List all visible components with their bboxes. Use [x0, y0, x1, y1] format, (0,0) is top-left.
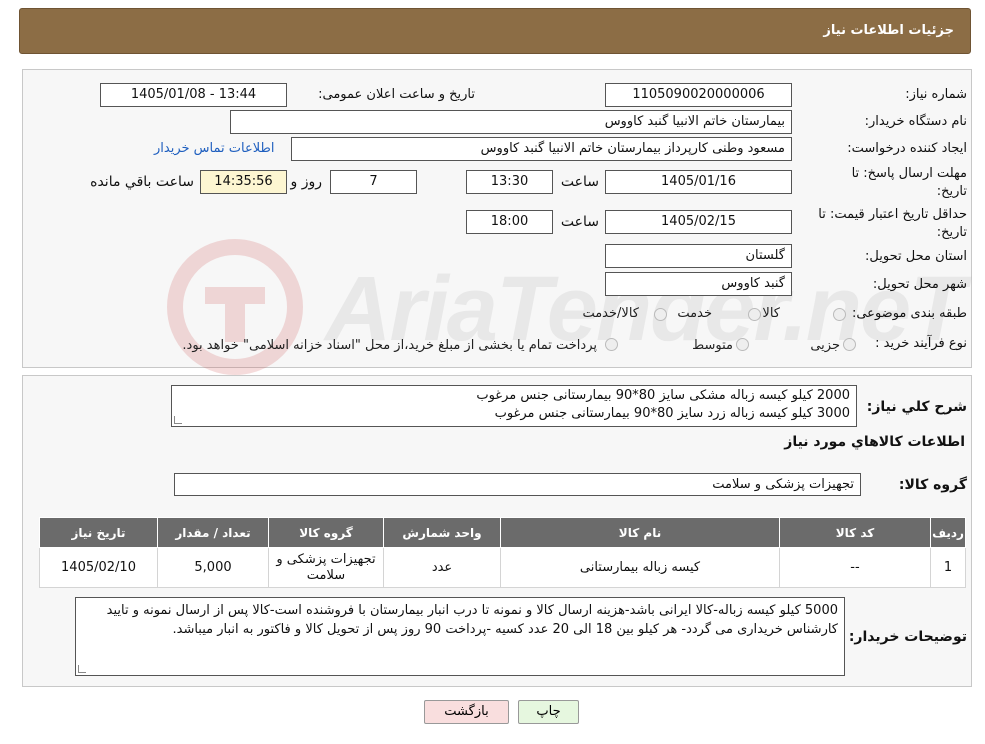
process-medium-radio[interactable]	[736, 338, 749, 351]
category-service-radio[interactable]	[748, 308, 761, 321]
validity-time-word: ساعت	[560, 214, 599, 230]
summary-line-1: 2000 کیلو کیسه زباله مشکی سایز 80*90 بیم…	[476, 388, 850, 403]
days-word: روز و	[290, 174, 323, 190]
city-label: شهر محل تحویل:	[872, 277, 967, 292]
cell-date: 1405/02/10	[39, 547, 158, 588]
page-header: جزئیات اطلاعات نیاز	[19, 8, 971, 54]
city-field: گنبد کاووس	[605, 272, 792, 296]
deadline-time-field: 13:30	[466, 170, 553, 194]
goods-table: ردیف کد کالا نام کالا واحد شمارش گروه کا…	[39, 517, 966, 588]
cell-code: --	[779, 547, 931, 588]
summary-textarea[interactable]: 2000 کیلو کیسه زباله مشکی سایز 80*90 بیم…	[171, 385, 857, 427]
days-remaining-field: 7	[330, 170, 417, 194]
col-header-unit: واحد شمارش	[383, 517, 501, 548]
buyer-contact-link[interactable]: اطلاعات تماس خریدار	[154, 141, 274, 156]
creator-field: مسعود وطنی کارپرداز بیمارستان خاتم الانب…	[291, 137, 792, 161]
process-type-label: نوع فرآیند خرید :	[875, 336, 967, 351]
treasury-checkbox[interactable]	[605, 338, 618, 351]
category-label: طبقه بندی موضوعی:	[851, 306, 967, 321]
resize-handle-icon[interactable]	[174, 416, 182, 424]
page-title: جزئیات اطلاعات نیاز	[823, 23, 954, 38]
category-goods-radio[interactable]	[833, 308, 846, 321]
cell-quantity: 5,000	[157, 547, 269, 588]
back-button[interactable]: بازگشت	[424, 700, 509, 724]
validity-label-2: تاریخ:	[936, 225, 967, 240]
print-button[interactable]: چاپ	[518, 700, 579, 724]
province-label: استان محل تحویل:	[865, 249, 967, 264]
summary-line-2: 3000 کیلو کیسه زباله زرد سایز 80*90 بیما…	[494, 406, 850, 421]
cell-unit: عدد	[383, 547, 501, 588]
need-number-label: شماره نیاز:	[905, 87, 967, 102]
category-goods-label: کالا	[762, 306, 780, 321]
process-minor-radio[interactable]	[843, 338, 856, 351]
validity-time-field: 18:00	[466, 210, 553, 234]
deadline-label: مهلت ارسال پاسخ: تا	[851, 166, 967, 181]
cell-group: تجهیزات پزشکی و سلامت	[268, 547, 384, 588]
table-row: 1 -- کیسه زباله بیمارستانی عدد تجهیزات پ…	[39, 547, 966, 588]
buyer-org-label: نام دستگاه خریدار:	[864, 114, 967, 129]
validity-label: حداقل تاریخ اعتبار قیمت: تا	[818, 207, 967, 222]
goods-group-field: تجهیزات پزشکی و سلامت	[174, 473, 861, 496]
announce-date-label: تاریخ و ساعت اعلان عمومی:	[318, 87, 475, 102]
col-header-quantity: تعداد / مقدار	[157, 517, 269, 548]
col-header-date: تاریخ نیاز	[39, 517, 158, 548]
buyer-notes-label: توضیحات خریدار:	[848, 629, 967, 645]
col-header-row-number: ردیف	[930, 517, 966, 548]
province-field: گلستان	[605, 244, 792, 268]
remaining-word: ساعت باقي مانده	[90, 174, 194, 190]
col-header-name: نام کالا	[500, 517, 780, 548]
remaining-time-field: 14:35:56	[200, 170, 287, 194]
table-header-row: ردیف کد کالا نام کالا واحد شمارش گروه کا…	[39, 517, 966, 548]
category-goods-service-label: کالا/خدمت	[582, 306, 639, 321]
announce-date-field: 1405/01/08 - 13:44	[100, 83, 287, 107]
need-number-field: 1105090020000006	[605, 83, 792, 107]
goods-info-title: اطلاعات کالاهاي مورد نياز	[784, 434, 965, 450]
category-goods-service-radio[interactable]	[654, 308, 667, 321]
col-header-group: گروه کالا	[268, 517, 384, 548]
cell-row-number: 1	[930, 547, 966, 588]
summary-label: شرح کلي نياز:	[866, 399, 967, 415]
deadline-date-field: 1405/01/16	[605, 170, 792, 194]
treasury-note: پرداخت تمام یا بخشی از مبلغ خرید،از محل …	[182, 338, 597, 353]
buyer-notes-textarea[interactable]: 5000 کیلو کیسه زباله-کالا ایرانی باشد-هز…	[75, 597, 845, 676]
cell-name: کیسه زباله بیمارستانی	[500, 547, 780, 588]
deadline-time-word: ساعت	[560, 174, 599, 190]
process-minor-label: جزیی	[810, 338, 840, 353]
col-header-code: کد کالا	[779, 517, 931, 548]
buyer-notes-text: 5000 کیلو کیسه زباله-کالا ایرانی باشد-هز…	[106, 603, 838, 637]
process-medium-label: متوسط	[692, 338, 733, 353]
buyer-org-field: بیمارستان خاتم الانبیا گنبد کاووس	[230, 110, 792, 134]
category-service-label: خدمت	[677, 306, 712, 321]
validity-date-field: 1405/02/15	[605, 210, 792, 234]
resize-handle-icon[interactable]	[78, 665, 86, 673]
deadline-label-2: تاریخ:	[936, 184, 967, 199]
creator-label: ایجاد کننده درخواست:	[847, 141, 967, 156]
goods-group-label: گروه کالا:	[898, 477, 967, 493]
